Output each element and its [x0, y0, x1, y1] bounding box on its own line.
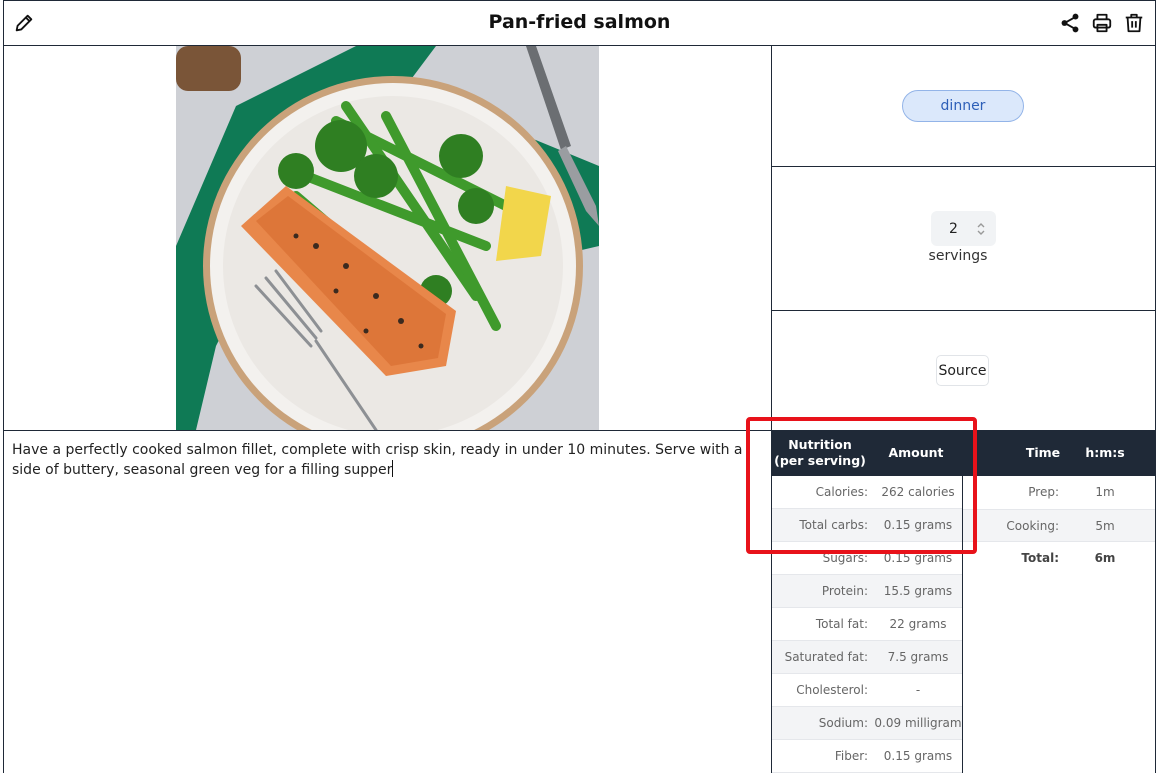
nutrition-row: Total carbs: 0.15 grams [772, 509, 962, 542]
timing-row-prep: Prep: 1m [963, 476, 1155, 509]
nutrition-value: 7.5 grams [887, 650, 949, 664]
nutrition-row: Cholesterol: - [772, 674, 962, 707]
nutrition-value: 262 calories [881, 485, 955, 499]
nutrition-header-line1: Nutrition [788, 437, 852, 452]
nutrition-row: Protein: 15.5 grams [772, 575, 962, 608]
nutrition-label: Total fat: [815, 617, 868, 631]
hms-header: h:m:s [1085, 445, 1125, 460]
servings-stepper[interactable]: 2 [931, 211, 996, 246]
nutrition-row: Total fat: 22 grams [772, 608, 962, 641]
stepper-arrows-icon[interactable] [976, 221, 986, 237]
timing-row-total: Total: 6m [963, 542, 1155, 575]
nutrition-label: Total carbs: [799, 518, 868, 532]
nutrition-value: 0.09 milligram [874, 716, 962, 730]
share-icon[interactable] [1058, 11, 1082, 35]
nutrition-label: Calories: [815, 485, 868, 499]
nutrition-label: Protein: [821, 584, 868, 598]
nutrition-label: Fiber: [834, 749, 868, 763]
timing-table-header: Time h:m:s [963, 430, 1155, 476]
recipe-header: Pan-fried salmon [3, 0, 1156, 46]
timing-label: Prep: [1028, 485, 1059, 499]
nutrition-header-line2: (per serving) [774, 453, 866, 468]
timing-row-cooking: Cooking: 5m [963, 509, 1155, 542]
nutrition-value: 0.15 grams [883, 551, 953, 565]
nutrition-value: 0.15 grams [883, 749, 953, 763]
timing-value: 6m [1094, 551, 1116, 565]
page-title: Pan-fried salmon [488, 11, 671, 33]
nutrition-row: Fiber: 0.15 grams [772, 740, 962, 773]
timing-label: Total: [1021, 551, 1059, 565]
photo-divider [3, 430, 772, 431]
servings-value[interactable]: 2 [931, 221, 976, 237]
timing-value: 5m [1095, 519, 1115, 533]
nutrition-row: Sugars: 0.15 grams [772, 542, 962, 575]
source-button[interactable]: Source [936, 355, 989, 386]
printer-icon[interactable] [1090, 11, 1114, 35]
nutrition-value: 15.5 grams [883, 584, 953, 598]
text-cursor [392, 460, 394, 477]
nutrition-value: 22 grams [889, 617, 947, 631]
tag-dinner[interactable]: dinner [902, 90, 1024, 122]
nutrition-row: Saturated fat: 7.5 grams [772, 641, 962, 674]
nutrition-header-label: Nutrition (per serving) [772, 437, 868, 469]
nutrition-table-header: Nutrition (per serving) Amount [772, 430, 963, 476]
nutrition-label: Sodium: [818, 716, 868, 730]
timing-label: Cooking: [1006, 519, 1059, 533]
timing-value: 1m [1095, 485, 1115, 499]
amount-header: Amount [888, 445, 944, 460]
trash-icon[interactable] [1122, 11, 1146, 35]
description-text: Have a perfectly cooked salmon fillet, c… [12, 442, 743, 478]
nutrition-value: 0.15 grams [883, 518, 953, 532]
recipe-description[interactable]: Have a perfectly cooked salmon fillet, c… [12, 440, 757, 480]
nutrition-label: Cholesterol: [796, 683, 868, 697]
nutrition-value: - [915, 683, 921, 697]
nutrition-row: Sodium: 0.09 milligram [772, 707, 962, 740]
time-header: Time [1025, 445, 1061, 460]
nutrition-label: Sugars: [822, 551, 868, 565]
nutrition-label: Saturated fat: [784, 650, 868, 664]
servings-label: servings [928, 248, 988, 264]
recipe-photo [176, 46, 599, 430]
nutrition-row: Calories: 262 calories [772, 476, 962, 509]
